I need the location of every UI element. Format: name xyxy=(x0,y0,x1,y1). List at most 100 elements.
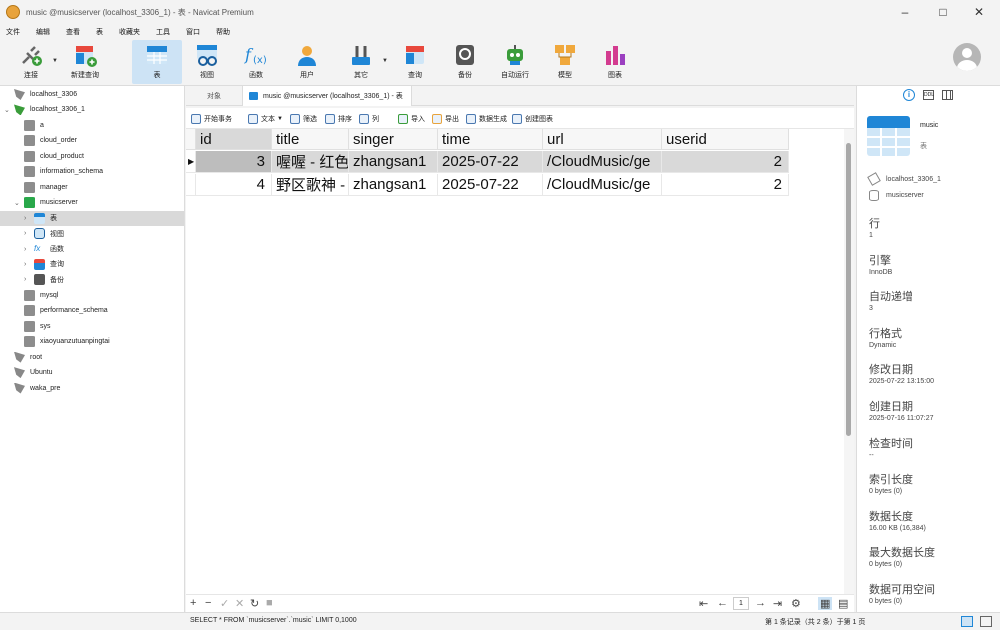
close-button[interactable]: ✕ xyxy=(962,0,996,24)
discard-changes-button[interactable]: ✕ xyxy=(235,597,244,610)
tab-music-table[interactable]: music @musicserver (localhost_3306_1) - … xyxy=(242,86,412,106)
last-page-button[interactable]: ⇥ xyxy=(773,597,782,610)
table-button[interactable]: 表 xyxy=(132,40,182,84)
tree-item[interactable]: › 备份 xyxy=(0,272,184,287)
tree-item[interactable]: ⌄ musicserver xyxy=(0,195,184,210)
current-row-indicator-icon[interactable]: ▶ xyxy=(186,151,196,173)
create-chart-button[interactable]: 创建图表 xyxy=(512,112,553,125)
info-panel-toggle-icon[interactable] xyxy=(980,616,992,627)
scrollbar-thumb[interactable] xyxy=(846,143,851,436)
minimize-button[interactable]: – xyxy=(888,0,922,24)
other-button[interactable]: 其它 xyxy=(342,40,380,84)
columns-button[interactable]: 列 xyxy=(359,112,379,125)
chevron-down-icon[interactable]: ⌄ xyxy=(14,199,22,207)
backup-button[interactable]: 备份 xyxy=(446,40,484,84)
chevron-down-icon[interactable]: ▼ xyxy=(382,58,388,64)
chevron-right-icon[interactable]: › xyxy=(24,230,32,237)
vertical-scrollbar[interactable] xyxy=(844,129,854,594)
tab-objects[interactable]: 对象 xyxy=(186,86,242,106)
tree-item[interactable]: › 视图 xyxy=(0,226,184,241)
chevron-down-icon[interactable]: ⌄ xyxy=(4,106,12,114)
table-cell[interactable]: 2 xyxy=(662,151,789,173)
new-query-button[interactable]: 新建查询 xyxy=(62,40,108,84)
table-cell[interactable]: 3 xyxy=(196,151,272,173)
apply-changes-button[interactable]: ✓ xyxy=(220,597,229,610)
sidebar-toggle-icon[interactable] xyxy=(961,616,973,627)
table-cell[interactable]: 2 xyxy=(662,174,789,196)
info-icon[interactable]: i xyxy=(903,89,915,101)
connect-button[interactable]: 连接 xyxy=(8,40,54,84)
data-generation-button[interactable]: 数据生成 xyxy=(466,112,507,125)
tree-item[interactable]: cloud_product xyxy=(0,149,184,164)
column-header-singer[interactable]: singer xyxy=(349,129,438,150)
chevron-down-icon[interactable]: ▼ xyxy=(52,58,58,64)
stop-icon[interactable]: ■ xyxy=(266,597,273,609)
chevron-right-icon[interactable]: › xyxy=(24,215,32,222)
query-button[interactable]: 查询 xyxy=(396,40,434,84)
column-header-time[interactable]: time xyxy=(438,129,543,150)
grid-view-icon[interactable]: ▦ xyxy=(818,597,833,610)
tree-item[interactable]: cloud_order xyxy=(0,133,184,148)
menu-tools[interactable]: 工具 xyxy=(156,27,170,37)
menu-table[interactable]: 表 xyxy=(96,27,103,37)
function-button[interactable]: f (x) 函数 xyxy=(237,40,275,84)
chevron-right-icon[interactable]: › xyxy=(24,246,32,253)
tree-item[interactable]: root xyxy=(0,350,184,365)
tree-item[interactable]: ⌄ localhost_3306_1 xyxy=(0,102,184,117)
automation-button[interactable]: 自动运行 xyxy=(496,40,534,84)
ddl-icon[interactable]: DDL xyxy=(923,90,934,100)
column-header-url[interactable]: url xyxy=(543,129,662,150)
begin-transaction-button[interactable]: 开始事务 xyxy=(191,112,232,125)
tree-item[interactable]: › 查询 xyxy=(0,257,184,272)
column-header-title[interactable]: title xyxy=(272,129,349,150)
maximize-button[interactable]: □ xyxy=(926,0,960,24)
view-button[interactable]: 视图 xyxy=(188,40,226,84)
gear-icon[interactable]: ⚙ xyxy=(791,597,801,610)
import-button[interactable]: 导入 xyxy=(398,112,425,125)
export-button[interactable]: 导出 xyxy=(432,112,459,125)
tree-item[interactable]: sys xyxy=(0,319,184,334)
refresh-icon[interactable]: ↻ xyxy=(250,597,259,610)
column-header-id[interactable]: id xyxy=(196,129,272,150)
table-cell[interactable]: 4 xyxy=(196,174,272,196)
model-button[interactable]: 模型 xyxy=(546,40,584,84)
table-cell[interactable]: 2025-07-22 xyxy=(438,174,543,196)
table-cell[interactable]: zhangsan1 xyxy=(349,174,438,196)
table-cell[interactable]: 野区歌神 - xyxy=(272,174,349,196)
next-page-button[interactable]: → xyxy=(755,597,766,609)
tree-item[interactable]: waka_pre xyxy=(0,381,184,396)
column-header-userid[interactable]: userid xyxy=(662,129,789,150)
menu-edit[interactable]: 编辑 xyxy=(36,27,50,37)
table-cell[interactable]: /CloudMusic/ge xyxy=(543,174,662,196)
account-avatar[interactable] xyxy=(953,43,981,71)
chart-button[interactable]: 图表 xyxy=(596,40,634,84)
table-cell[interactable]: /CloudMusic/ge xyxy=(543,151,662,173)
chevron-right-icon[interactable]: › xyxy=(24,261,32,268)
tree-item[interactable]: mysql xyxy=(0,288,184,303)
menu-file[interactable]: 文件 xyxy=(6,27,20,37)
table-cell[interactable]: 喔喔 - 红色 xyxy=(272,151,349,173)
tree-item[interactable]: Ubuntu xyxy=(0,365,184,380)
menu-help[interactable]: 帮助 xyxy=(216,27,230,37)
tree-item[interactable]: xiaoyuanzutuanpingtai xyxy=(0,334,184,349)
tree-item[interactable]: a xyxy=(0,118,184,133)
previous-page-button[interactable]: ← xyxy=(717,597,728,609)
menu-window[interactable]: 窗口 xyxy=(186,27,200,37)
menu-favorites[interactable]: 收藏夹 xyxy=(119,27,140,37)
add-record-button[interactable]: + xyxy=(190,597,196,609)
tree-item[interactable]: information_schema xyxy=(0,164,184,179)
menu-view[interactable]: 查看 xyxy=(66,27,80,37)
sort-button[interactable]: 排序 xyxy=(325,112,352,125)
tree-item[interactable]: › 表 xyxy=(0,210,184,226)
page-number-input[interactable]: 1 xyxy=(733,597,749,610)
delete-record-button[interactable]: − xyxy=(205,597,211,609)
tree-item[interactable]: › fx 函数 xyxy=(0,242,184,257)
table-cell[interactable]: 2025-07-22 xyxy=(438,151,543,173)
user-button[interactable]: 用户 xyxy=(288,40,326,84)
row-indicator[interactable] xyxy=(186,174,196,196)
filter-button[interactable]: 筛选 xyxy=(290,112,317,125)
tree-item[interactable]: performance_schema xyxy=(0,303,184,318)
form-view-icon[interactable]: ▤ xyxy=(838,597,848,610)
table-cell[interactable]: zhangsan1 xyxy=(349,151,438,173)
chevron-right-icon[interactable]: › xyxy=(24,276,32,283)
